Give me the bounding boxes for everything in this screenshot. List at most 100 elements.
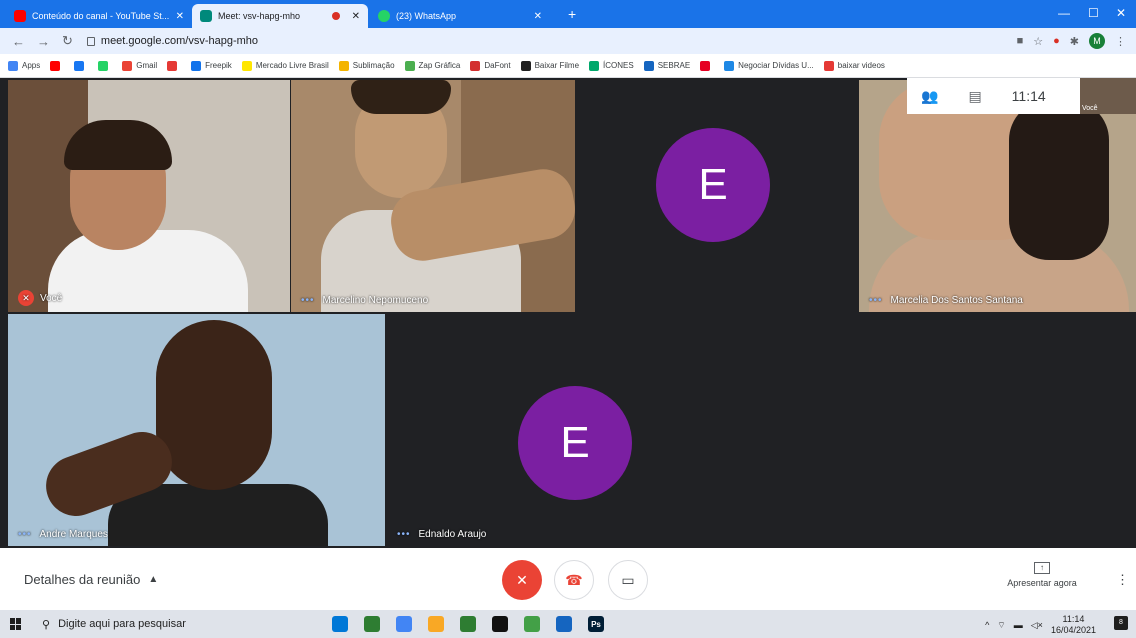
taskbar-app-icon[interactable] xyxy=(556,616,572,632)
close-icon[interactable]: ✕ xyxy=(534,11,542,22)
bookmark-item[interactable] xyxy=(98,60,112,71)
windows-start-icon[interactable] xyxy=(10,618,22,630)
back-arrow-icon[interactable]: ← xyxy=(12,34,25,49)
tab-label: (23) WhatsApp xyxy=(396,11,457,21)
youtube-icon xyxy=(14,10,26,22)
bookmark-item[interactable]: Zap Gráfica xyxy=(404,60,461,71)
meet-video-grid: ✕ Você ••• Marcelino Nepomuceno E ••• Ma… xyxy=(0,78,1136,548)
taskbar-app-icon[interactable] xyxy=(492,616,508,632)
leave-call-button[interactable]: ☎ xyxy=(554,560,594,600)
bookmark-item[interactable]: Apps xyxy=(8,60,41,71)
bookmark-label: Gmail xyxy=(136,61,158,70)
tab-whatsapp[interactable]: (23) WhatsApp ✕ xyxy=(370,4,550,28)
bookmark-favicon-icon xyxy=(643,60,654,71)
chat-icon[interactable]: ▤ xyxy=(968,88,981,105)
person-hair xyxy=(351,80,451,114)
tab-google-meet[interactable]: Meet: vsv-hapg-mho ✕ xyxy=(192,4,368,28)
url-input[interactable]: meet.google.com/vsv-hapg-mho xyxy=(86,32,987,50)
video-tile-marcelia: ••• Marcelia Dos Santos Santana xyxy=(859,80,1136,312)
taskbar-app-icon[interactable]: Ps xyxy=(588,616,604,632)
bookmark-label: Mercado Livre Brasil xyxy=(255,61,329,70)
present-now-label: Apresentar agora xyxy=(1007,578,1077,588)
bookmark-favicon-icon xyxy=(404,60,415,71)
bookmark-label: Zap Gráfica xyxy=(418,61,461,70)
bookmark-item[interactable]: SEBRAE xyxy=(643,60,691,71)
more-options-icon[interactable]: ⋮ xyxy=(1116,572,1129,588)
reload-icon[interactable]: ↻ xyxy=(62,33,73,49)
maximize-button[interactable]: ☐ xyxy=(1088,6,1099,20)
self-view-thumbnail[interactable]: Você xyxy=(1080,78,1136,114)
lock-icon xyxy=(86,36,95,46)
bookmark-favicon-icon xyxy=(122,60,133,71)
minimize-button[interactable]: — xyxy=(1058,6,1070,20)
bookmark-favicon-icon xyxy=(8,60,18,71)
bookmark-item[interactable] xyxy=(74,60,88,71)
taskbar-app-icon[interactable] xyxy=(396,616,412,632)
taskbar-apps: Ps xyxy=(332,616,604,632)
camera-in-use-icon[interactable]: ■ xyxy=(1017,35,1024,47)
extension-icon[interactable]: ● xyxy=(1053,35,1060,47)
bookmark-item[interactable]: ÍCONES xyxy=(589,60,634,71)
participant-avatar: E xyxy=(656,128,770,242)
participant-name-marcelia: ••• Marcelia Dos Santos Santana xyxy=(869,295,1023,306)
wifi-icon[interactable]: ⌔ xyxy=(997,620,1005,631)
bookmark-star-icon[interactable]: ☆ xyxy=(1033,35,1043,48)
bookmark-item[interactable]: baixar videos xyxy=(823,60,885,71)
taskbar-app-icon[interactable] xyxy=(364,616,380,632)
taskbar-app-icon[interactable] xyxy=(428,616,444,632)
camera-toggle-button[interactable]: ▭ xyxy=(608,560,648,600)
bookmark-item[interactable] xyxy=(167,60,181,71)
bookmark-label: Apps xyxy=(22,61,41,70)
bookmark-label: baixar videos xyxy=(837,61,885,70)
battery-icon[interactable]: ▬ xyxy=(1014,620,1023,630)
bookmark-favicon-icon xyxy=(823,60,834,71)
close-icon[interactable]: ✕ xyxy=(352,11,360,22)
bookmark-item[interactable] xyxy=(50,60,64,71)
hang-up-icon: ☎ xyxy=(565,571,583,588)
taskbar-search-input[interactable]: ⚲ Digite aqui para pesquisar xyxy=(42,613,282,635)
bookmark-favicon-icon xyxy=(470,60,481,71)
chevron-up-icon[interactable]: ^ xyxy=(985,620,989,630)
close-icon[interactable]: ✕ xyxy=(176,11,184,22)
tab-label: Meet: vsv-hapg-mho xyxy=(218,11,301,21)
meet-controls-bar: Detalhes da reunião ▲ ✕ ☎ ▭ ↑ Apresentar… xyxy=(0,548,1136,610)
bookmark-favicon-icon xyxy=(338,60,349,71)
taskbar-date: 16/04/2021 xyxy=(1050,625,1096,635)
bookmark-item[interactable]: Mercado Livre Brasil xyxy=(241,60,329,71)
bookmark-favicon-icon xyxy=(589,60,600,71)
address-bar: ← → ↻ meet.google.com/vsv-hapg-mho ■ ☆ ●… xyxy=(0,28,1136,54)
menu-kebab-icon[interactable]: ⋮ xyxy=(1115,35,1126,48)
bookmark-favicon-icon xyxy=(74,60,85,71)
extensions-puzzle-icon[interactable]: ✱ xyxy=(1070,35,1079,48)
tab-label: Conteúdo do canal - YouTube St... xyxy=(32,11,170,21)
mic-toggle-button[interactable]: ✕ xyxy=(502,560,542,600)
taskbar-app-icon[interactable] xyxy=(524,616,540,632)
bookmark-label: ÍCONES xyxy=(603,61,634,70)
bookmark-item[interactable]: Baixar Filme xyxy=(520,60,579,71)
bookmark-label: Freepik xyxy=(205,61,232,70)
bookmark-item[interactable]: DaFont xyxy=(470,60,511,71)
taskbar-clock[interactable]: 11:14 16/04/2021 xyxy=(1051,614,1096,636)
people-icon[interactable]: 👥 xyxy=(921,88,938,105)
bookmark-item[interactable]: Freepik xyxy=(191,60,232,71)
notification-center-icon[interactable]: 8 xyxy=(1114,616,1128,630)
volume-icon[interactable]: ◁× xyxy=(1031,620,1043,631)
bookmarks-bar: Apps Gmail Freepik Mercado Livre Brasil Subl… xyxy=(0,54,1136,78)
taskbar-app-icon[interactable] xyxy=(332,616,348,632)
meeting-details-button[interactable]: Detalhes da reunião ▲ xyxy=(24,572,158,587)
bookmark-label: SEBRAE xyxy=(657,61,691,70)
new-tab-button[interactable]: + xyxy=(568,6,576,22)
close-window-button[interactable]: ✕ xyxy=(1116,6,1126,20)
present-now-button[interactable]: ↑ Apresentar agora xyxy=(1000,562,1084,588)
forward-arrow-icon[interactable]: → xyxy=(37,34,50,49)
bookmark-item[interactable] xyxy=(700,60,714,71)
audio-level-icon: ••• xyxy=(18,529,32,540)
bookmark-item[interactable]: Sublimação xyxy=(338,60,395,71)
bookmark-item[interactable]: Negociar Dívidas U... xyxy=(724,60,814,71)
search-icon: ⚲ xyxy=(42,618,51,631)
profile-avatar[interactable]: M xyxy=(1089,33,1105,49)
bookmark-item[interactable]: Gmail xyxy=(122,60,158,71)
taskbar-app-icon[interactable] xyxy=(460,616,476,632)
person-hair xyxy=(1009,100,1109,260)
tab-youtube-studio[interactable]: Conteúdo do canal - YouTube St... ✕ xyxy=(6,4,192,28)
